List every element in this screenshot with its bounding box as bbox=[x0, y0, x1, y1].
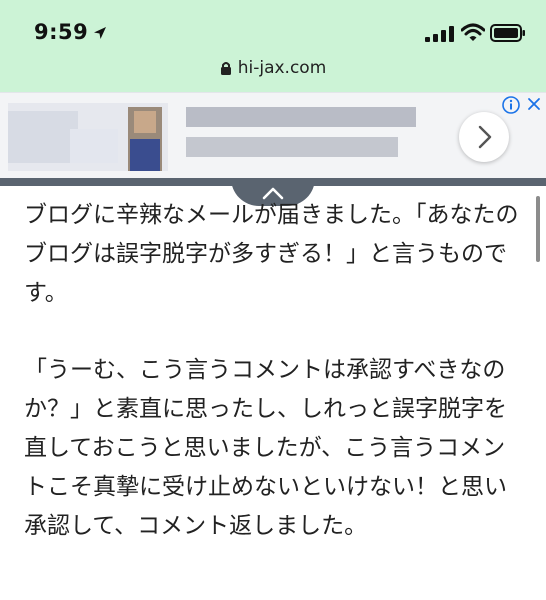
chevron-right-icon bbox=[478, 125, 492, 149]
cellular-signal-icon bbox=[425, 26, 454, 42]
status-bar: 9:59 hi-jax.com bbox=[0, 0, 546, 92]
article-paragraph: ブログに辛辣なメールが届きました。「あなたのブログは誤字脱字が多すぎる！」と言う… bbox=[24, 202, 519, 306]
status-time: 9:59 bbox=[34, 20, 89, 44]
address-bar[interactable]: hi-jax.com bbox=[0, 58, 546, 78]
battery-icon bbox=[490, 24, 525, 42]
scrollbar[interactable] bbox=[536, 196, 540, 262]
url-text: hi-jax.com bbox=[237, 58, 327, 78]
wifi-icon bbox=[461, 23, 485, 41]
close-icon[interactable] bbox=[526, 96, 542, 112]
ad-thumbnail bbox=[8, 103, 168, 171]
lock-icon bbox=[220, 62, 231, 75]
ad-next-button[interactable] bbox=[459, 112, 509, 162]
ad-text-pixelated bbox=[186, 107, 416, 157]
article-body: ブログに辛辣なメールが届きました。「あなたのブログは誤字脱字が多すぎる！」と言う… bbox=[24, 196, 524, 546]
article-paragraph: 「うーむ、こう言うコメントは承認すべきなのか？」と素直に思ったし、しれっと誤字脱… bbox=[24, 357, 507, 539]
location-arrow-icon bbox=[94, 27, 106, 39]
